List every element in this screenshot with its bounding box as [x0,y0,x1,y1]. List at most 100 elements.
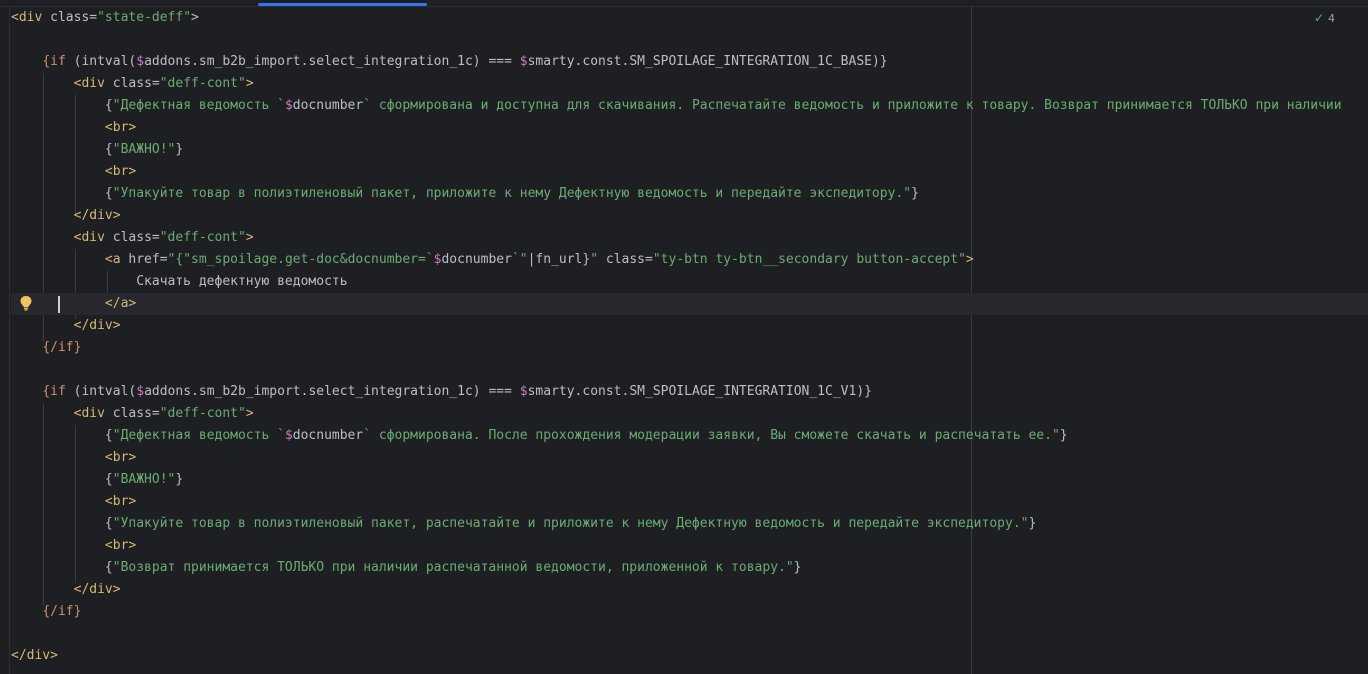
code-line[interactable]: <br> [11,447,1368,469]
code-token: "deff-cont" [159,230,246,245]
code-token: {/if} [42,604,82,619]
code-line[interactable]: <a href="{"sm_spoilage.get-doc&docnumber… [11,249,1368,271]
code-token: "Упакуйте товар в полиэтиленовый пакет, … [112,186,912,201]
code-token: class= [104,406,160,421]
code-line[interactable]: {"ВАЖНО!"} [11,469,1368,491]
code-line[interactable]: {if (intval($addons.sm_b2b_import.select… [11,51,1368,73]
lightbulb-icon[interactable] [19,295,33,311]
code-editor[interactable]: <div class="state-deff"> {if (intval($ad… [11,7,1368,667]
code-line[interactable]: <br> [11,161,1368,183]
code-token: <div [11,10,43,25]
code-token: "ty-btn ty-btn__secondary button-accept" [652,252,966,267]
code-line[interactable]: </div> [11,315,1368,337]
code-token: <div [73,406,105,421]
code-line[interactable]: {/if} [11,601,1368,623]
code-token: ` сформирована. После прохождения модера… [363,428,1060,443]
code-token: $ [519,384,528,399]
code-token: </a> [104,296,137,311]
code-token: { [11,142,113,157]
code-line[interactable]: <div class="deff-cont"> [11,403,1368,425]
code-token: <div [73,76,105,91]
code-line[interactable]: <div class="deff-cont"> [11,73,1368,95]
code-token: (intval( [65,54,137,69]
code-token: "Дефектная ведомость ` [112,98,285,113]
code-line[interactable]: </a> [11,293,1368,315]
code-line[interactable]: <div class="deff-cont"> [11,227,1368,249]
code-line[interactable]: {"ВАЖНО!"} [11,139,1368,161]
code-token: { [11,560,113,575]
code-token: "ВАЖНО!" [112,142,176,157]
code-token: "Дефектная ведомость ` [112,428,285,443]
code-token: > [965,252,974,267]
code-line[interactable] [11,359,1368,381]
code-token: $ [136,384,145,399]
code-token: <br> [104,538,137,553]
code-token: {if [42,384,66,399]
code-line[interactable]: <br> [11,491,1368,513]
code-line[interactable]: </div> [11,579,1368,601]
code-token: docnumber [292,428,364,443]
code-line[interactable]: <div class="state-deff"> [11,7,1368,29]
code-line[interactable] [11,623,1368,645]
code-line[interactable]: {"Упакуйте товар в полиэтиленовый пакет,… [11,513,1368,535]
code-token: href= [120,252,168,267]
code-token: <br> [104,120,137,135]
code-token: "Упакуйте товар в полиэтиленовый пакет, … [112,516,1029,531]
code-token: (intval( [65,384,137,399]
code-line[interactable]: {"Дефектная ведомость `$docnumber` сформ… [11,425,1368,447]
code-token: "{ [167,252,184,267]
code-line[interactable]: {"Упакуйте товар в полиэтиленовый пакет,… [11,183,1368,205]
code-token: smarty.const.SM_SPOILAGE_INTEGRATION_1C_… [527,384,872,399]
code-token: </div> [73,582,121,597]
code-line[interactable]: </div> [11,645,1368,667]
code-line[interactable]: <br> [11,117,1368,139]
code-token: { [11,186,113,201]
code-token: { [11,98,113,113]
code-token: addons.sm_b2b_import.select_integration_… [144,54,520,69]
code-token: addons.sm_b2b_import.select_integration_… [144,384,520,399]
code-line[interactable]: {/if} [11,337,1368,359]
code-line[interactable]: {"Возврат принимается ТОЛЬКО при наличии… [11,557,1368,579]
code-token: " [590,252,599,267]
code-token: <br> [104,450,137,465]
gutter-edge [9,7,10,674]
code-token: > [245,406,254,421]
code-token: </div> [73,318,121,333]
code-line[interactable]: <br> [11,535,1368,557]
code-token: <br> [104,164,137,179]
code-token: class= [104,230,160,245]
code-token: > [245,230,254,245]
code-token: $ [519,54,528,69]
code-line[interactable]: </div> [11,205,1368,227]
code-token: </div> [11,648,58,663]
text-caret [58,296,60,313]
code-line[interactable]: {"Дефектная ведомость `$docnumber` сформ… [11,95,1368,117]
code-token: { [11,516,113,531]
code-token: } [175,142,184,157]
code-token: {/if} [42,340,82,355]
code-line[interactable] [11,29,1368,51]
code-token: "deff-cont" [159,406,246,421]
code-token: Скачать дефектную ведомость [11,274,348,289]
code-token: > [191,10,199,25]
code-token: docnumber [441,252,512,267]
code-token: $ [284,98,293,113]
code-token: class= [42,10,98,25]
code-line[interactable]: Скачать дефектную ведомость [11,271,1368,293]
code-line[interactable]: {if (intval($addons.sm_b2b_import.select… [11,381,1368,403]
code-token: "deff-cont" [159,76,246,91]
code-token: "sm_spoilage.get-doc&docnumber=` [183,252,434,267]
code-token: smarty.const.SM_SPOILAGE_INTEGRATION_1C_… [527,54,888,69]
